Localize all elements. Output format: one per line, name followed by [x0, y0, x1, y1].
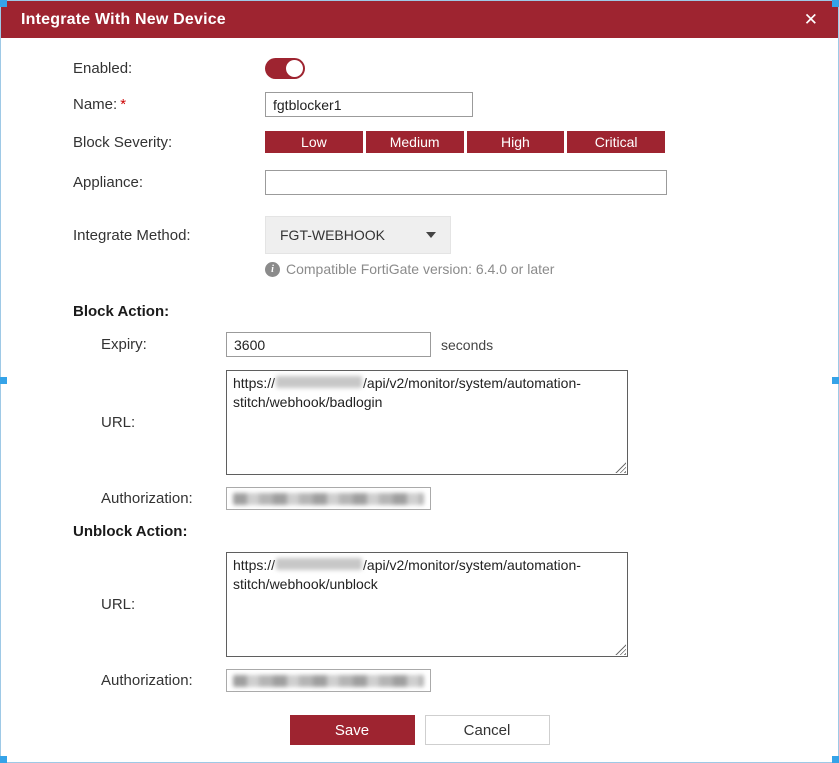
required-asterisk: *: [120, 96, 126, 113]
enabled-toggle[interactable]: [265, 58, 305, 79]
enabled-row: Enabled:: [73, 58, 838, 79]
severity-button-group: Low Medium High Critical: [265, 131, 665, 153]
unblock-url-prefix: https://: [233, 557, 275, 573]
redacted-host-block: [276, 376, 362, 388]
info-icon: i: [265, 262, 280, 277]
name-row: Name:*: [73, 92, 838, 117]
appliance-row: Appliance:: [73, 170, 838, 195]
expiry-unit-label: seconds: [441, 337, 493, 353]
block-url-textarea[interactable]: https:///api/v2/monitor/system/automatio…: [226, 370, 628, 475]
compatibility-note-text: Compatible FortiGate version: 6.4.0 or l…: [286, 261, 554, 277]
name-input[interactable]: [265, 92, 473, 117]
block-authorization-input[interactable]: [226, 487, 431, 510]
resize-handle-mid-right[interactable]: [832, 377, 839, 384]
enabled-label: Enabled:: [73, 60, 265, 77]
save-button[interactable]: Save: [290, 715, 415, 745]
block-authorization-label: Authorization:: [101, 490, 226, 507]
cancel-button[interactable]: Cancel: [425, 715, 550, 745]
unblock-authorization-row: Authorization:: [101, 669, 838, 692]
chevron-down-icon: [426, 232, 436, 238]
redacted-authorization-unblock: [233, 675, 424, 687]
integrate-method-dropdown[interactable]: FGT-WEBHOOK: [265, 216, 451, 254]
dialog-footer: Save Cancel: [1, 715, 838, 745]
severity-row: Block Severity: Low Medium High Critical: [73, 131, 838, 153]
dialog-title: Integrate With New Device: [21, 11, 800, 29]
severity-critical-button[interactable]: Critical: [567, 131, 665, 153]
name-label: Name:*: [73, 96, 265, 113]
block-url-label: URL:: [101, 414, 226, 431]
resize-handle-top-left[interactable]: [0, 0, 7, 7]
block-url-prefix: https://: [233, 375, 275, 391]
resize-handle-bottom-left[interactable]: [0, 756, 7, 763]
resize-handle-bottom-right[interactable]: [832, 756, 839, 763]
severity-label: Block Severity:: [73, 134, 265, 151]
severity-low-button[interactable]: Low: [265, 131, 363, 153]
severity-medium-button[interactable]: Medium: [366, 131, 464, 153]
resize-handle-top-right[interactable]: [832, 0, 839, 7]
block-url-row: URL: https:///api/v2/monitor/system/auto…: [101, 370, 838, 475]
block-action-section-header: Block Action:: [73, 303, 838, 320]
appliance-label: Appliance:: [73, 174, 265, 191]
compatibility-note: i Compatible FortiGate version: 6.4.0 or…: [265, 261, 554, 277]
unblock-url-row: URL: https:///api/v2/monitor/system/auto…: [101, 552, 838, 657]
appliance-input[interactable]: [265, 170, 667, 195]
redacted-host-unblock: [276, 558, 362, 570]
integrate-device-dialog: Integrate With New Device ✕ Enabled: Nam…: [0, 0, 839, 763]
unblock-url-label: URL:: [101, 596, 226, 613]
redacted-authorization-block: [233, 493, 424, 505]
block-authorization-row: Authorization:: [101, 487, 838, 510]
unblock-url-textarea[interactable]: https:///api/v2/monitor/system/automatio…: [226, 552, 628, 657]
method-info-row: i Compatible FortiGate version: 6.4.0 or…: [73, 261, 838, 277]
integrate-method-row: Integrate Method: FGT-WEBHOOK: [73, 216, 838, 254]
close-icon[interactable]: ✕: [800, 9, 822, 30]
dialog-body: Enabled: Name:* Block Severity: Low Medi…: [1, 38, 838, 692]
resize-handle-mid-left[interactable]: [0, 377, 7, 384]
unblock-authorization-label: Authorization:: [101, 672, 226, 689]
unblock-action-section-header: Unblock Action:: [73, 523, 838, 540]
expiry-label: Expiry:: [101, 336, 226, 353]
unblock-authorization-input[interactable]: [226, 669, 431, 692]
expiry-row: Expiry: seconds: [101, 332, 838, 357]
name-label-text: Name:: [73, 96, 117, 113]
severity-high-button[interactable]: High: [467, 131, 565, 153]
integrate-method-value: FGT-WEBHOOK: [280, 227, 426, 243]
integrate-method-label: Integrate Method:: [73, 227, 265, 244]
expiry-input[interactable]: [226, 332, 431, 357]
toggle-knob: [286, 60, 303, 77]
dialog-header: Integrate With New Device ✕: [1, 1, 838, 38]
